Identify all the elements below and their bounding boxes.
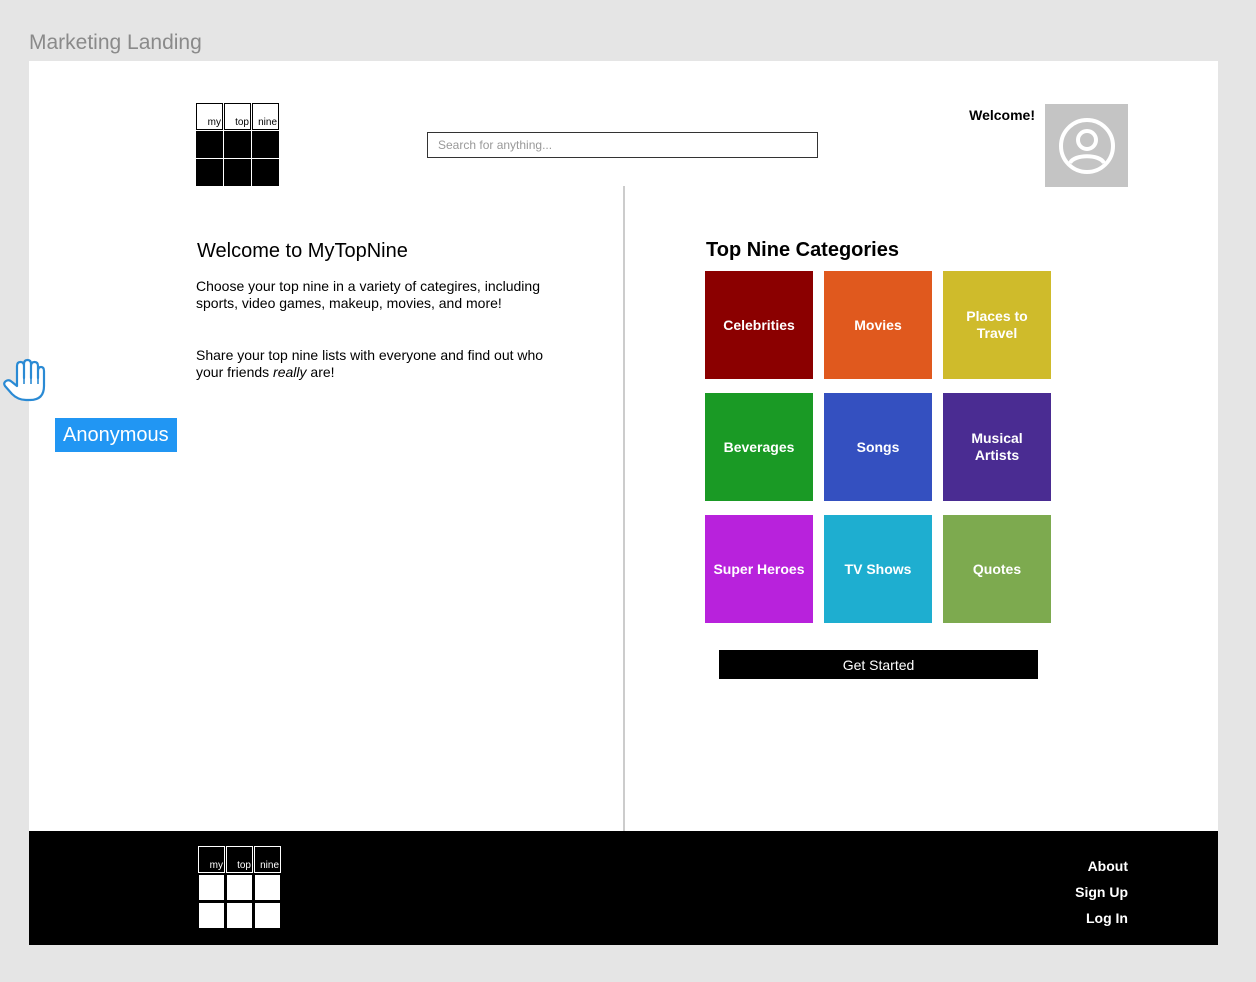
search-input[interactable] xyxy=(427,132,818,158)
category-tile-celebrities[interactable]: Celebrities xyxy=(705,271,813,379)
column-divider xyxy=(623,186,625,831)
intro-paragraph-share: Share your top nine lists with everyone … xyxy=(196,347,546,381)
logo-cell-my: my xyxy=(198,846,225,873)
footer: my top nine About Sign Up Log In xyxy=(29,831,1218,945)
category-tile-movies[interactable]: Movies xyxy=(824,271,932,379)
intro-paragraph: Choose your top nine in a variety of cat… xyxy=(196,278,540,311)
hand-pointer-icon xyxy=(3,358,46,402)
footer-nav: About Sign Up Log In xyxy=(1075,853,1128,931)
logo-label-top: top xyxy=(237,860,251,871)
logo[interactable]: my top nine xyxy=(196,103,279,186)
user-badge: Anonymous xyxy=(55,418,177,452)
frame-title: Marketing Landing xyxy=(29,31,202,54)
logo-label-nine: nine xyxy=(260,860,279,871)
logo-cell xyxy=(198,902,225,929)
category-tile-places-to-travel[interactable]: Places to Travel xyxy=(943,271,1051,379)
logo-cell xyxy=(226,874,253,901)
category-tile-musical-artists[interactable]: Musical Artists xyxy=(943,393,1051,501)
logo-cell xyxy=(226,902,253,929)
logo-cell xyxy=(224,159,251,186)
logo-cell xyxy=(254,902,281,929)
categories-title: Top Nine Categories xyxy=(706,239,899,261)
logo-label-top: top xyxy=(235,117,249,128)
get-started-button[interactable]: Get Started xyxy=(719,650,1038,679)
logo-cell xyxy=(196,159,223,186)
logo-cell xyxy=(254,874,281,901)
category-tile-tv-shows[interactable]: TV Shows xyxy=(824,515,932,623)
footer-link-about[interactable]: About xyxy=(1075,853,1128,879)
logo-cell xyxy=(224,131,251,158)
welcome-text: Welcome! xyxy=(969,107,1035,123)
category-grid: Celebrities Movies Places to Travel Beve… xyxy=(705,271,1051,623)
category-tile-beverages[interactable]: Beverages xyxy=(705,393,813,501)
logo-cell xyxy=(196,131,223,158)
logo-label-nine: nine xyxy=(258,117,277,128)
footer-link-log-in[interactable]: Log In xyxy=(1075,905,1128,931)
intro-share-text: Share your top nine lists with everyone … xyxy=(196,347,544,380)
logo-cell-top: top xyxy=(226,846,253,873)
logo-cell xyxy=(198,874,225,901)
artboard: my top nine Welcome! Welcome to MyTopNin… xyxy=(29,61,1218,945)
logo-cell-top: top xyxy=(224,103,251,130)
logo-cell xyxy=(252,131,279,158)
category-tile-songs[interactable]: Songs xyxy=(824,393,932,501)
footer-link-sign-up[interactable]: Sign Up xyxy=(1075,879,1128,905)
intro-share-end: are! xyxy=(306,364,335,380)
logo-label-my: my xyxy=(209,860,223,871)
logo-cell-nine: nine xyxy=(254,846,281,873)
logo-label-my: my xyxy=(207,117,221,128)
intro-title: Welcome to MyTopNine xyxy=(197,240,408,262)
category-tile-super-heroes[interactable]: Super Heroes xyxy=(705,515,813,623)
intro-emphasis: really xyxy=(273,364,307,380)
avatar[interactable] xyxy=(1045,104,1128,187)
logo-cell-nine: nine xyxy=(252,103,279,130)
footer-logo[interactable]: my top nine xyxy=(198,846,281,929)
logo-cell xyxy=(252,159,279,186)
user-circle-icon xyxy=(1058,117,1115,174)
logo-cell-my: my xyxy=(196,103,223,130)
category-tile-quotes[interactable]: Quotes xyxy=(943,515,1051,623)
